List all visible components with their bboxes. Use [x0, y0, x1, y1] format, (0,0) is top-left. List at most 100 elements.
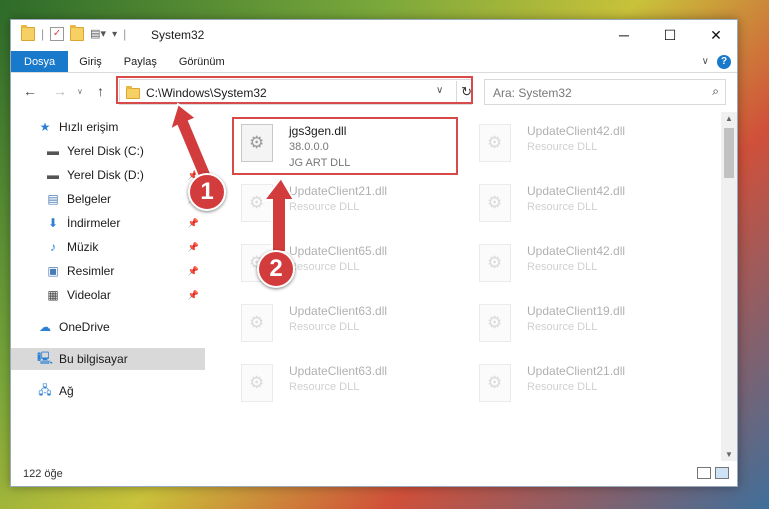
file-type: Resource DLL: [527, 141, 598, 153]
pin-icon[interactable]: 📌: [188, 218, 199, 229]
drive-icon: ▬: [47, 168, 59, 182]
sidebar-item-disk-d[interactable]: ▬ Yerel Disk (D:) 📌: [11, 164, 205, 186]
view-switcher: [697, 467, 729, 479]
chevron-down-icon[interactable]: ▾: [112, 29, 117, 40]
sidebar-item-onedrive[interactable]: ☁ OneDrive: [11, 316, 205, 338]
file-name: UpdateClient21.dll: [527, 364, 626, 378]
sidebar-item-pictures[interactable]: ▣ Resimler 📌: [11, 260, 205, 282]
scroll-down-icon[interactable]: ▼: [725, 450, 733, 459]
step-marker-2: 2: [257, 250, 295, 288]
music-icon: ♪: [50, 240, 56, 254]
search-icon[interactable]: ⌕: [712, 84, 719, 99]
new-folder-icon[interactable]: [70, 25, 85, 41]
dll-file-icon: [479, 184, 511, 222]
pin-icon[interactable]: 📌: [188, 146, 199, 157]
file-item[interactable]: UpdateClient19.dll Resource DLL: [471, 296, 691, 350]
file-name: UpdateClient42.dll: [527, 124, 626, 138]
close-button[interactable]: ✕: [693, 20, 739, 50]
recent-locations-icon[interactable]: ∨: [77, 87, 83, 96]
file-name: UpdateClient42.dll: [527, 244, 626, 258]
document-icon: ▤: [47, 192, 59, 206]
step-marker-1: 1: [188, 173, 226, 211]
file-name: UpdateClient19.dll: [527, 304, 626, 318]
large-icons-view-icon[interactable]: [715, 467, 729, 479]
sidebar-item-videos[interactable]: ▦ Videolar 📌: [11, 284, 205, 306]
file-type: Resource DLL: [289, 381, 360, 393]
file-item[interactable]: UpdateClient42.dll Resource DLL: [471, 236, 691, 290]
tab-gorunum[interactable]: Görünüm: [168, 51, 236, 72]
ribbon-tabs: Dosya Giriş Paylaş Görünüm ∨ ?: [11, 51, 737, 73]
file-type: Resource DLL: [527, 321, 598, 333]
file-name: UpdateClient42.dll: [527, 184, 626, 198]
sidebar-item-label: Hızlı erişim: [59, 120, 119, 134]
item-count: 122 öğe: [23, 468, 63, 480]
dll-file-icon: [241, 184, 273, 222]
pin-icon[interactable]: 📌: [188, 290, 199, 301]
search-input[interactable]: Ara: System32 ⌕: [484, 79, 726, 105]
search-placeholder: Ara: System32: [493, 86, 572, 100]
star-icon: ★: [39, 120, 51, 134]
sidebar-item-music[interactable]: ♪ Müzik 📌: [11, 236, 205, 258]
maximize-button[interactable]: ☐: [647, 20, 693, 50]
sidebar-item-quick-access[interactable]: ★ Hızlı erişim: [11, 116, 205, 138]
dll-file-icon: [479, 304, 511, 342]
properties-icon[interactable]: ✓: [50, 27, 65, 41]
details-view-icon[interactable]: [697, 467, 711, 479]
file-item[interactable]: UpdateClient42.dll Resource DLL: [471, 176, 691, 230]
up-icon[interactable]: ↑: [97, 83, 104, 99]
drive-icon: ▬: [47, 144, 59, 158]
sidebar-item-label: Belgeler: [67, 192, 112, 206]
video-icon: ▦: [47, 288, 59, 302]
sidebar-item-label: İndirmeler: [67, 216, 121, 230]
pictures-icon: ▣: [47, 264, 59, 278]
file-name: UpdateClient65.dll: [289, 244, 388, 258]
sidebar-item-label: Müzik: [67, 240, 99, 254]
file-item[interactable]: UpdateClient21.dll Resource DLL: [471, 356, 691, 410]
file-type: Resource DLL: [527, 201, 598, 213]
file-type: Resource DLL: [289, 261, 360, 273]
sidebar-item-downloads[interactable]: ⬇ İndirmeler 📌: [11, 212, 205, 234]
window-title: System32: [151, 28, 205, 42]
folder-icon[interactable]: [21, 25, 35, 41]
file-type: Resource DLL: [527, 381, 598, 393]
sidebar-item-label: Resimler: [67, 264, 115, 278]
dll-file-icon: [479, 124, 511, 162]
sidebar-item-label: OneDrive: [59, 320, 110, 334]
expand-ribbon-icon[interactable]: ∨: [702, 56, 709, 67]
address-row: ← → ∨ ↑ C:\Windows\System32 ∨ ↻ Ara: Sys…: [11, 76, 737, 107]
tab-giris[interactable]: Giriş: [68, 51, 113, 72]
tab-paylas[interactable]: Paylaş: [113, 51, 168, 72]
scroll-thumb[interactable]: [724, 128, 734, 178]
title-bar: | ✓ ▤▾ ▾ | System32 ─ ☐ ✕: [11, 20, 737, 50]
sidebar-item-disk-c[interactable]: ▬ Yerel Disk (C:) 📌: [11, 140, 205, 162]
network-icon: 🖧: [38, 382, 52, 397]
sidebar-item-this-pc[interactable]: 🖳 Bu bilgisayar: [11, 348, 205, 370]
explorer-window: | ✓ ▤▾ ▾ | System32 ─ ☐ ✕ Dosya Giriş Pa…: [10, 19, 738, 487]
back-icon[interactable]: ←: [23, 83, 37, 99]
file-name: UpdateClient21.dll: [289, 184, 388, 198]
file-highlight: [232, 117, 458, 175]
pin-icon[interactable]: 📌: [188, 242, 199, 253]
tab-dosya[interactable]: Dosya: [11, 51, 69, 72]
status-bar: 122 öğe: [11, 462, 737, 486]
sidebar-item-network[interactable]: 🖧 Ağ: [11, 380, 205, 402]
minimize-button[interactable]: ─: [601, 20, 647, 50]
forward-icon[interactable]: →: [53, 83, 67, 99]
sidebar-item-label: Yerel Disk (C:): [67, 144, 144, 158]
file-name: UpdateClient63.dll: [289, 364, 388, 378]
scroll-up-icon[interactable]: ▲: [725, 114, 733, 123]
file-item[interactable]: UpdateClient21.dll Resource DLL: [233, 176, 453, 230]
pin-icon[interactable]: 📌: [188, 266, 199, 277]
file-item[interactable]: UpdateClient63.dll Resource DLL: [233, 296, 453, 350]
file-item[interactable]: UpdateClient42.dll Resource DLL: [471, 116, 691, 170]
sidebar-item-label: Ağ: [59, 384, 74, 398]
help-icon[interactable]: ?: [717, 54, 731, 69]
dll-file-icon: [479, 364, 511, 402]
dll-file-icon: [241, 364, 273, 402]
vertical-scrollbar[interactable]: ▲ ▼: [721, 112, 737, 461]
cloud-icon: ☁: [39, 320, 51, 334]
file-type: Resource DLL: [289, 201, 360, 213]
customize-toolbar-icon[interactable]: ▤▾: [90, 27, 106, 41]
sidebar-item-documents[interactable]: ▤ Belgeler 📌: [11, 188, 205, 210]
file-item[interactable]: UpdateClient63.dll Resource DLL: [233, 356, 453, 410]
